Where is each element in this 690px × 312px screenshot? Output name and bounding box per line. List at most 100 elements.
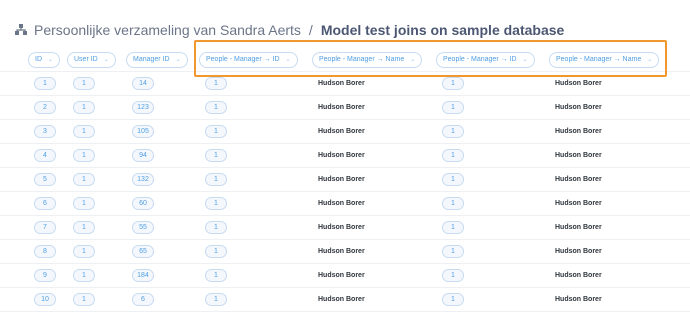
table-cell: 1	[34, 72, 56, 95]
fk-value-link[interactable]: 8	[34, 245, 56, 258]
fk-value-link[interactable]: 7	[34, 221, 56, 234]
fk-value-link[interactable]: 65	[132, 245, 154, 258]
fk-value-link[interactable]: 1	[73, 269, 95, 282]
fk-value-link[interactable]: 1	[205, 269, 227, 282]
chevron-down-icon: ⌄	[175, 57, 181, 63]
id-header[interactable]: ID ⌄	[28, 51, 61, 68]
fk-value-link[interactable]: 1	[73, 125, 95, 138]
table-cell: Hudson Borer	[318, 72, 365, 95]
name-value: Hudson Borer	[555, 80, 602, 87]
table-cell: 1	[205, 288, 227, 311]
fk-value-link[interactable]: 6	[132, 293, 154, 306]
fk-value-link[interactable]: 1	[442, 173, 464, 186]
user-id-header[interactable]: User ID ⌄	[67, 51, 116, 68]
fk-value-link[interactable]: 1	[205, 293, 227, 306]
name-value: Hudson Borer	[555, 296, 602, 303]
fk-value-link[interactable]: 1	[205, 101, 227, 114]
fk-value-link[interactable]: 1	[205, 221, 227, 234]
fk-value-link[interactable]: 1	[34, 77, 56, 90]
name-value: Hudson Borer	[555, 200, 602, 207]
fk-value-link[interactable]: 4	[34, 149, 56, 162]
table-row[interactable]: 6 1 60 1 Hudson Borer 1 Hudson Borer	[0, 192, 690, 216]
people-manager-name-header[interactable]: People - Manager → Name ⌄	[312, 51, 423, 68]
column-header-cell: People - Manager → Name ⌄	[312, 48, 423, 71]
table-cell: 1	[442, 168, 464, 191]
fk-value-link[interactable]: 1	[73, 221, 95, 234]
table-cell: 6	[132, 288, 154, 311]
breadcrumb-collection[interactable]: Persoonlijke verzameling van Sandra Aert…	[34, 22, 301, 38]
fk-value-link[interactable]: 184	[132, 269, 154, 282]
chevron-down-icon: ⌄	[285, 57, 291, 63]
fk-value-link[interactable]: 5	[34, 173, 56, 186]
table-row[interactable]: 2 1 123 1 Hudson Borer 1 Hudson Borer	[0, 96, 690, 120]
fk-value-link[interactable]: 1	[73, 149, 95, 162]
table-row[interactable]: 5 1 132 1 Hudson Borer 1 Hudson Borer	[0, 168, 690, 192]
fk-value-link[interactable]: 14	[132, 77, 154, 90]
table-cell: 1	[73, 288, 95, 311]
fk-value-link[interactable]: 60	[132, 197, 154, 210]
table-cell: 8	[34, 240, 56, 263]
table-cell: 94	[132, 144, 154, 167]
table-row[interactable]: 4 1 94 1 Hudson Borer 1 Hudson Borer	[0, 144, 690, 168]
fk-value-link[interactable]: 1	[442, 77, 464, 90]
fk-value-link[interactable]: 1	[73, 245, 95, 258]
people-manager-name-header-2[interactable]: People - Manager → Name ⌄	[549, 51, 660, 68]
fk-value-link[interactable]: 1	[205, 173, 227, 186]
fk-value-link[interactable]: 9	[34, 269, 56, 282]
fk-value-link[interactable]: 2	[34, 101, 56, 114]
fk-value-link[interactable]: 1	[442, 149, 464, 162]
fk-value-link[interactable]: 1	[442, 125, 464, 138]
table-row[interactable]: 7 1 55 1 Hudson Borer 1 Hudson Borer	[0, 216, 690, 240]
page-title[interactable]: Model test joins on sample database	[321, 22, 565, 38]
manager-id-header[interactable]: Manager ID ⌄	[126, 51, 188, 68]
table-row[interactable]: 10 1 6 1 Hudson Borer 1 Hudson Borer	[0, 288, 690, 312]
table-row[interactable]: 1 1 14 1 Hudson Borer 1 Hudson Borer	[0, 72, 690, 96]
column-header-cell: ID ⌄	[28, 48, 61, 71]
table-cell: Hudson Borer	[555, 96, 602, 119]
fk-value-link[interactable]: 1	[442, 197, 464, 210]
chevron-down-icon: ⌄	[103, 57, 109, 63]
table-row[interactable]: 8 1 65 1 Hudson Borer 1 Hudson Borer	[0, 240, 690, 264]
table-row[interactable]: 9 1 184 1 Hudson Borer 1 Hudson Borer	[0, 264, 690, 288]
fk-value-link[interactable]: 1	[73, 173, 95, 186]
table-cell: 1	[205, 192, 227, 215]
fk-value-link[interactable]: 94	[132, 149, 154, 162]
table-cell: 65	[132, 240, 154, 263]
fk-value-link[interactable]: 123	[132, 101, 154, 114]
fk-value-link[interactable]: 1	[73, 293, 95, 306]
fk-value-link[interactable]: 132	[132, 173, 154, 186]
fk-value-link[interactable]: 1	[205, 149, 227, 162]
column-header-cell: People - Manager → Name ⌄	[549, 48, 660, 71]
table-cell: 1	[205, 144, 227, 167]
table-cell: 1	[73, 120, 95, 143]
fk-value-link[interactable]: 1	[73, 197, 95, 210]
fk-value-link[interactable]: 1	[442, 101, 464, 114]
fk-value-link[interactable]: 1	[73, 101, 95, 114]
fk-value-link[interactable]: 105	[132, 125, 154, 138]
fk-value-link[interactable]: 1	[442, 269, 464, 282]
column-header-label: Manager ID	[133, 56, 170, 63]
fk-value-link[interactable]: 6	[34, 197, 56, 210]
people-manager-id-header-2[interactable]: People - Manager → ID ⌄	[436, 51, 535, 68]
fk-value-link[interactable]: 1	[442, 221, 464, 234]
fk-value-link[interactable]: 1	[73, 77, 95, 90]
fk-value-link[interactable]: 1	[205, 125, 227, 138]
column-header-label: People - Manager → ID	[206, 56, 280, 63]
fk-value-link[interactable]: 3	[34, 125, 56, 138]
table-cell: Hudson Borer	[318, 288, 365, 311]
table-cell: 1	[442, 96, 464, 119]
fk-value-link[interactable]: 1	[205, 245, 227, 258]
fk-value-link[interactable]: 55	[132, 221, 154, 234]
people-manager-id-header[interactable]: People - Manager → ID ⌄	[199, 51, 298, 68]
fk-value-link[interactable]: 10	[34, 293, 56, 306]
fk-value-link[interactable]: 1	[442, 293, 464, 306]
name-value: Hudson Borer	[555, 224, 602, 231]
table-cell: Hudson Borer	[555, 240, 602, 263]
fk-value-link[interactable]: 1	[442, 245, 464, 258]
table-row[interactable]: 3 1 105 1 Hudson Borer 1 Hudson Borer	[0, 120, 690, 144]
fk-value-link[interactable]: 1	[205, 77, 227, 90]
fk-value-link[interactable]: 1	[205, 197, 227, 210]
name-value: Hudson Borer	[555, 272, 602, 279]
table-cell: 1	[73, 96, 95, 119]
column-header-label: User ID	[74, 56, 98, 63]
